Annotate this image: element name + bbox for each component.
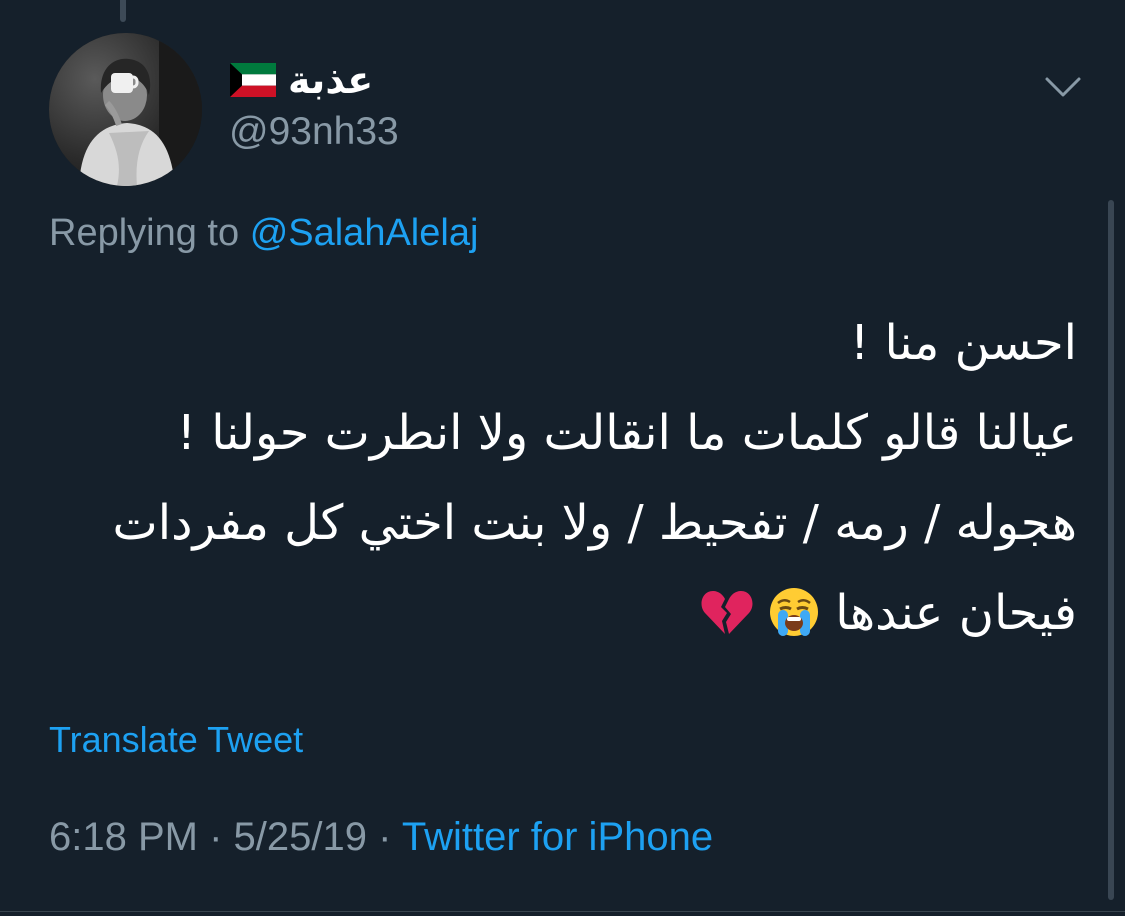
crying-face-icon <box>770 588 819 636</box>
tweet-line: هجوله / رمه / تفحيط / ولا بنت اختي كل مف… <box>112 495 1077 551</box>
reply-mention-link[interactable]: @SalahAlelaj <box>250 212 479 254</box>
meta-separator: · <box>378 815 392 859</box>
tweet-detail-page: عذبة @93nh33 Replying to @SalahAlelaj اح… <box>0 0 1125 916</box>
avatar[interactable] <box>49 33 202 186</box>
tweet-line-text: فيحان عندها <box>835 585 1077 641</box>
chevron-down-icon[interactable] <box>1043 70 1083 104</box>
divider <box>0 911 1125 912</box>
tweet-line: احسن منا ! <box>850 315 1077 371</box>
tweet-source-link[interactable]: Twitter for iPhone <box>402 815 713 859</box>
avatar-photo <box>49 33 202 186</box>
tweet-time: 6:18 PM <box>49 815 198 859</box>
kuwait-flag-icon <box>230 63 276 97</box>
tweet-line-last: فيحان عندها <box>47 568 1077 658</box>
display-name: عذبة <box>288 58 374 102</box>
translate-tweet-link[interactable]: Translate Tweet <box>49 722 303 758</box>
meta-separator: · <box>209 815 223 859</box>
replying-to-label: Replying to <box>49 212 240 254</box>
replying-to: Replying to @SalahAlelaj <box>49 214 478 252</box>
user-handle[interactable]: @93nh33 <box>229 112 399 151</box>
user-name-row[interactable]: عذبة <box>230 52 373 108</box>
tweet-metadata: 6:18 PM · 5/25/19 · Twitter for iPhone <box>49 817 713 857</box>
scrollbar[interactable] <box>1108 200 1114 900</box>
broken-heart-icon <box>701 591 753 634</box>
tweet-text: احسن منا ! عيالنا قالو كلمات ما انقالت و… <box>47 298 1077 658</box>
tweet-line: عيالنا قالو كلمات ما انقالت ولا انطرت حو… <box>176 405 1077 461</box>
thread-connector-line <box>120 0 126 22</box>
tweet-date: 5/25/19 <box>233 815 368 859</box>
